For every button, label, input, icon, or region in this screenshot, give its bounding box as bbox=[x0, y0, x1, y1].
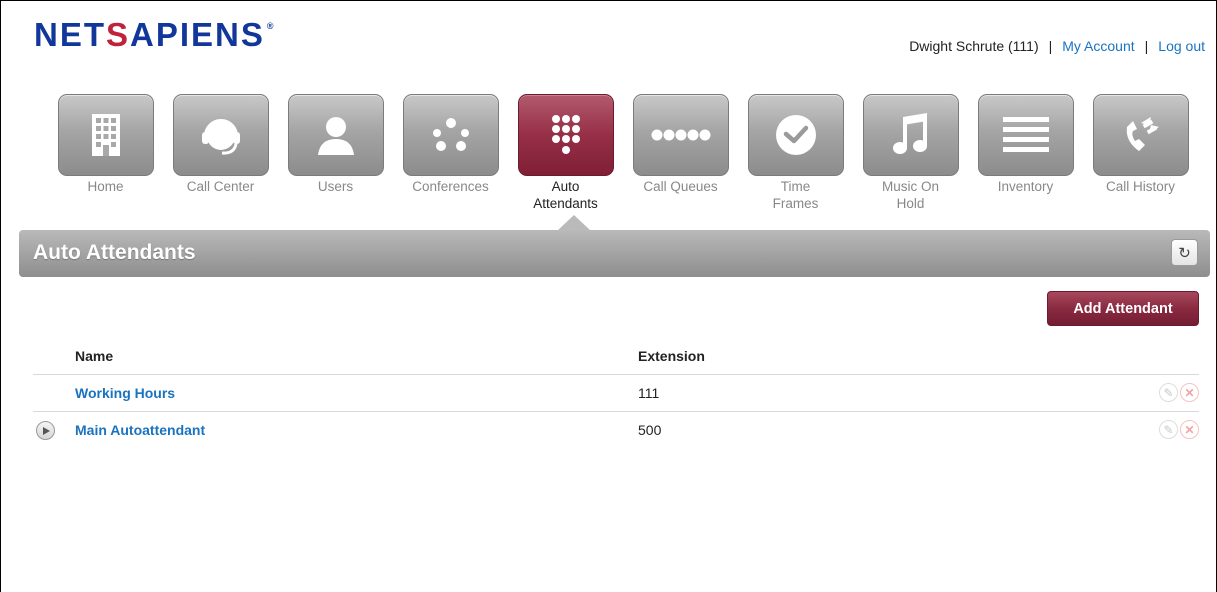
attendant-name-link[interactable]: Working Hours bbox=[75, 385, 175, 401]
nav-conferences[interactable]: Conferences bbox=[393, 94, 508, 212]
attendants-table: Name Extension Working Hours 111 ✎ ✕ Mai… bbox=[33, 344, 1199, 449]
refresh-button[interactable]: ↻ bbox=[1171, 239, 1198, 266]
attendant-name-link[interactable]: Main Autoattendant bbox=[75, 422, 205, 438]
nav-home[interactable]: Home bbox=[48, 94, 163, 212]
nav-inventory-button[interactable] bbox=[977, 94, 1074, 176]
main-nav: Home Call Center Users Conferences Auto … bbox=[48, 94, 1198, 212]
section-header: Auto Attendants ↻ bbox=[19, 215, 1210, 277]
nav-conferences-button[interactable] bbox=[402, 94, 499, 176]
nav-label: Inventory bbox=[997, 179, 1054, 194]
delete-icon[interactable]: ✕ bbox=[1180, 383, 1199, 402]
nav-label: Call Center bbox=[186, 179, 255, 194]
section-title: Auto Attendants bbox=[33, 241, 196, 264]
app-frame bbox=[0, 0, 1217, 592]
netsapiens-logo[interactable]: NETSAPIENS ® bbox=[34, 17, 274, 53]
user-icon bbox=[317, 117, 354, 155]
nav-call-history-button[interactable] bbox=[1092, 94, 1189, 176]
delete-icon[interactable]: ✕ bbox=[1180, 420, 1199, 439]
phone-history-icon bbox=[1126, 117, 1159, 151]
nav-label: Time Frames bbox=[772, 179, 819, 211]
nav-call-center[interactable]: Call Center bbox=[163, 94, 278, 212]
registered-mark: ® bbox=[266, 21, 274, 31]
logo-text: NETSAPIENS bbox=[34, 16, 265, 53]
attendant-extension: 500 bbox=[638, 422, 662, 438]
queue-dots-icon bbox=[651, 129, 710, 141]
separator: | bbox=[1144, 38, 1149, 54]
music-note-icon bbox=[892, 113, 927, 154]
nav-home-button[interactable] bbox=[57, 94, 154, 176]
nav-time-frames[interactable]: Time Frames bbox=[738, 94, 853, 212]
user-name: Dwight Schrute (111) bbox=[909, 38, 1039, 54]
nav-call-history[interactable]: Call History bbox=[1083, 94, 1198, 212]
column-header-name[interactable]: Name bbox=[75, 348, 113, 364]
nav-label: Call History bbox=[1105, 179, 1175, 194]
list-lines-icon bbox=[1002, 117, 1049, 152]
nav-music-on-hold-button[interactable] bbox=[862, 94, 959, 176]
table-header: Name Extension bbox=[33, 344, 1199, 375]
table-row: Working Hours 111 ✎ ✕ bbox=[33, 375, 1199, 412]
nav-label: Music On Hold bbox=[881, 179, 939, 211]
nav-time-frames-button[interactable] bbox=[747, 94, 844, 176]
nav-label: Call Queues bbox=[643, 179, 718, 194]
keypad-icon bbox=[551, 115, 580, 154]
play-icon[interactable] bbox=[36, 421, 55, 440]
refresh-icon: ↻ bbox=[1178, 244, 1191, 262]
nav-call-queues-button[interactable] bbox=[632, 94, 729, 176]
nav-music-on-hold[interactable]: Music On Hold bbox=[853, 94, 968, 212]
row-actions: ✎ ✕ bbox=[1159, 383, 1199, 402]
column-header-extension[interactable]: Extension bbox=[638, 348, 705, 364]
row-actions: ✎ ✕ bbox=[1159, 420, 1199, 439]
nav-inventory[interactable]: Inventory bbox=[968, 94, 1083, 212]
nav-auto-attendants-button[interactable] bbox=[517, 94, 614, 176]
my-account-link[interactable]: My Account bbox=[1062, 38, 1134, 54]
nav-users-button[interactable] bbox=[287, 94, 384, 176]
user-bar: Dwight Schrute (111) | My Account | Log … bbox=[909, 38, 1205, 54]
attendant-extension: 111 bbox=[638, 385, 660, 401]
clock-check-icon bbox=[775, 115, 816, 155]
edit-icon[interactable]: ✎ bbox=[1159, 420, 1178, 439]
nav-label: Auto Attendants bbox=[533, 179, 598, 211]
nav-auto-attendants[interactable]: Auto Attendants bbox=[508, 94, 623, 212]
nav-label: Users bbox=[317, 179, 354, 194]
nav-call-queues[interactable]: Call Queues bbox=[623, 94, 738, 212]
nav-label: Home bbox=[87, 179, 124, 194]
nav-call-center-button[interactable] bbox=[172, 94, 269, 176]
add-attendant-button[interactable]: Add Attendant bbox=[1047, 291, 1199, 326]
edit-icon[interactable]: ✎ bbox=[1159, 383, 1178, 402]
logout-link[interactable]: Log out bbox=[1158, 38, 1205, 54]
active-tab-pointer bbox=[557, 215, 591, 231]
nav-label: Conferences bbox=[412, 179, 489, 194]
nav-users[interactable]: Users bbox=[278, 94, 393, 212]
building-icon bbox=[91, 114, 120, 156]
conference-dots-icon bbox=[432, 118, 469, 151]
headset-icon bbox=[201, 119, 240, 155]
separator: | bbox=[1048, 38, 1053, 54]
table-row: Main Autoattendant 500 ✎ ✕ bbox=[33, 412, 1199, 449]
